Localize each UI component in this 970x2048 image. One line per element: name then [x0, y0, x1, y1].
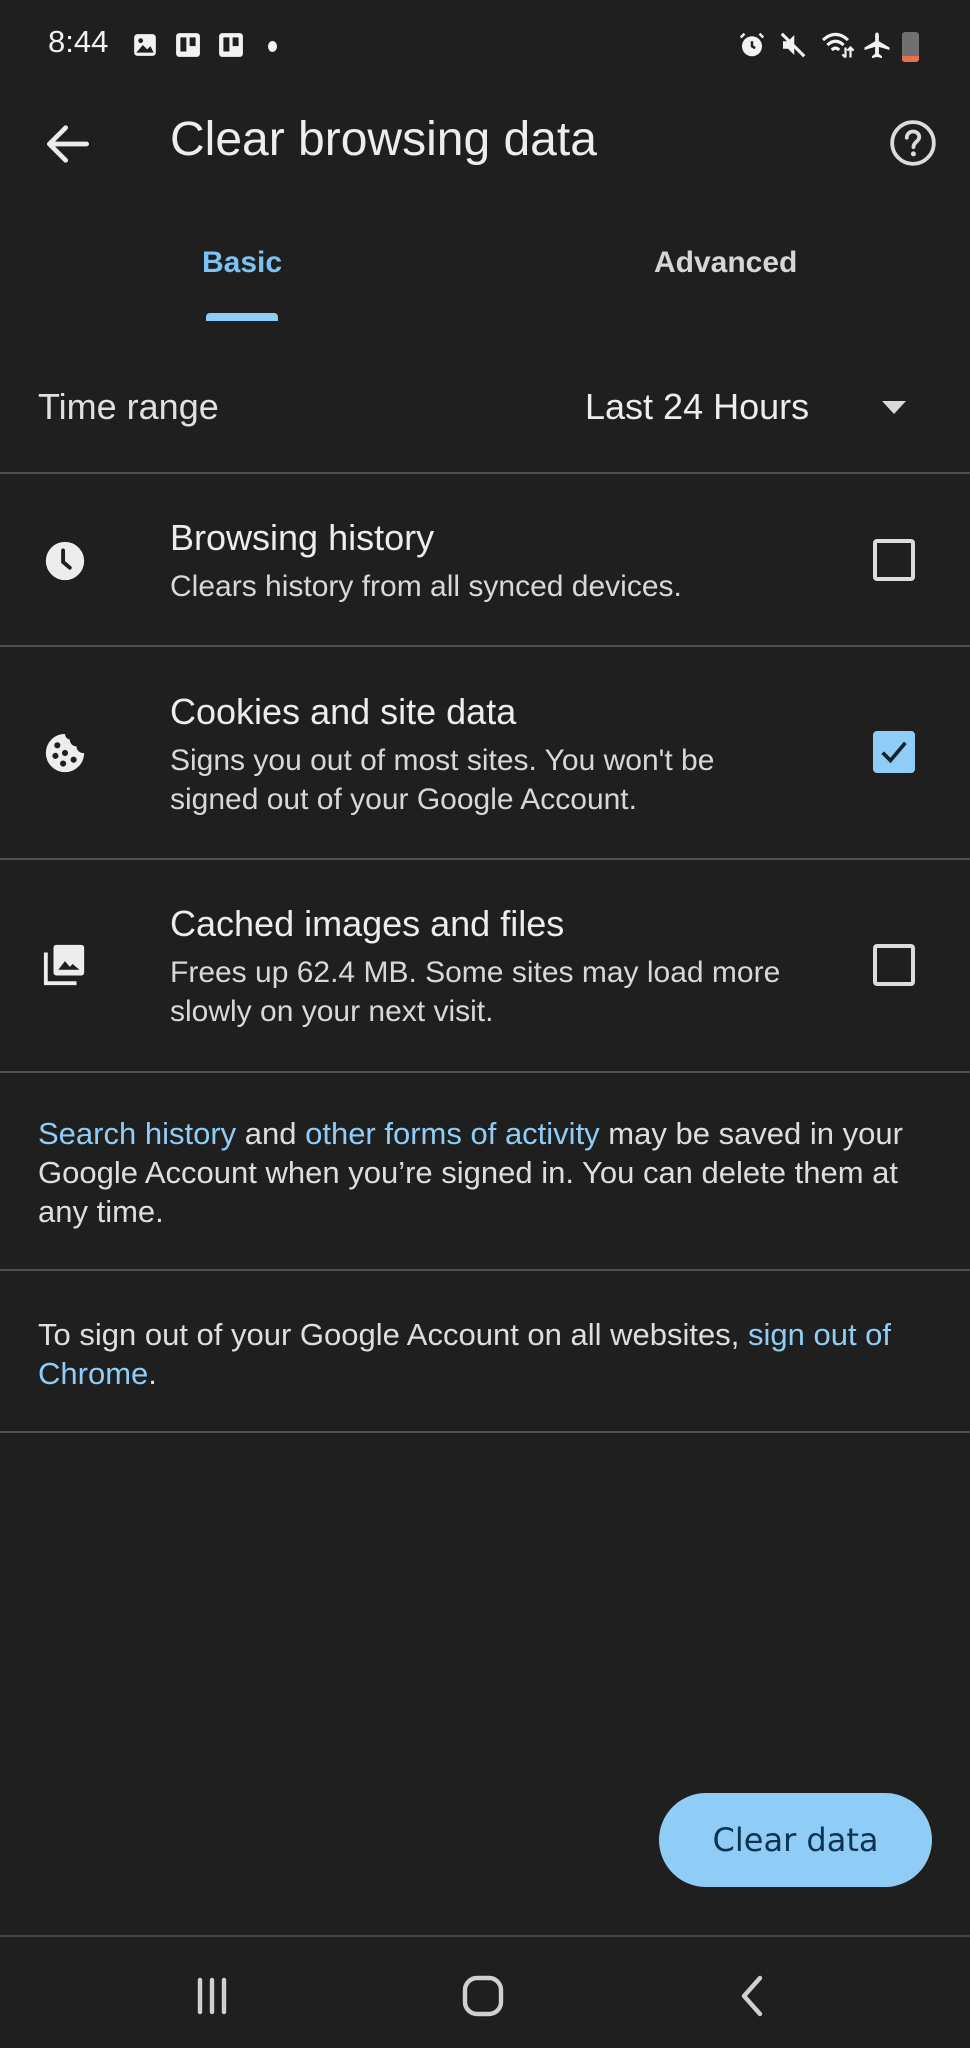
arrow-back-icon[interactable] — [40, 116, 96, 172]
divider — [0, 645, 970, 647]
time-range-dropdown[interactable]: Last 24 Hours — [585, 386, 809, 428]
tab-advanced[interactable]: Advanced — [654, 246, 797, 280]
alarm-icon — [739, 32, 765, 57]
airplane-icon — [864, 32, 890, 59]
image-icon — [43, 944, 85, 986]
recents-icon[interactable] — [188, 1972, 236, 2020]
cookies-checkbox[interactable] — [873, 731, 915, 773]
search-history-link[interactable]: Search history — [38, 1116, 236, 1151]
checkmark-icon — [881, 741, 907, 764]
notification-dot-icon — [268, 41, 277, 52]
help-icon[interactable] — [888, 118, 938, 168]
option-subtitle: Frees up 62.4 MB. Some sites may load mo… — [170, 956, 781, 1028]
option-title: Cookies and site data — [170, 691, 517, 732]
divider — [0, 472, 970, 474]
activity-note: Search history and other forms of activi… — [38, 1116, 903, 1229]
tab-indicator — [206, 313, 278, 321]
back-icon[interactable] — [730, 1972, 778, 2020]
divider — [0, 1071, 970, 1073]
home-icon[interactable] — [459, 1972, 507, 2020]
time-range-label: Time range — [38, 386, 219, 427]
option-title: Browsing history — [170, 517, 435, 558]
signout-note: To sign out of your Google Account on al… — [38, 1317, 892, 1391]
divider — [0, 1269, 970, 1271]
status-time: 8:44 — [48, 24, 109, 59]
option-subtitle: Clears history from all synced devices. — [170, 570, 682, 603]
tab-basic[interactable]: Basic — [202, 246, 282, 280]
option-subtitle: Signs you out of most sites. You won't b… — [170, 744, 715, 816]
other-activity-link[interactable]: other forms of activity — [305, 1116, 600, 1151]
cached-images-checkbox[interactable] — [873, 944, 915, 986]
browsing-history-checkbox[interactable] — [873, 539, 915, 581]
gallery-icon — [134, 34, 156, 56]
mute-icon — [780, 32, 806, 58]
divider — [0, 1431, 970, 1433]
clear-data-button[interactable]: Clear data — [659, 1793, 932, 1887]
cookie-icon — [45, 733, 85, 773]
wifi-icon — [821, 32, 855, 59]
trello-icon — [176, 33, 200, 57]
battery-low-icon — [902, 32, 919, 62]
dropdown-arrow-icon[interactable] — [882, 401, 906, 414]
trello-icon — [219, 33, 243, 57]
option-title: Cached images and files — [170, 903, 565, 944]
page-title: Clear browsing data — [170, 113, 597, 166]
nav-divider — [0, 1935, 970, 1937]
divider — [0, 858, 970, 860]
clock-icon — [45, 541, 85, 581]
